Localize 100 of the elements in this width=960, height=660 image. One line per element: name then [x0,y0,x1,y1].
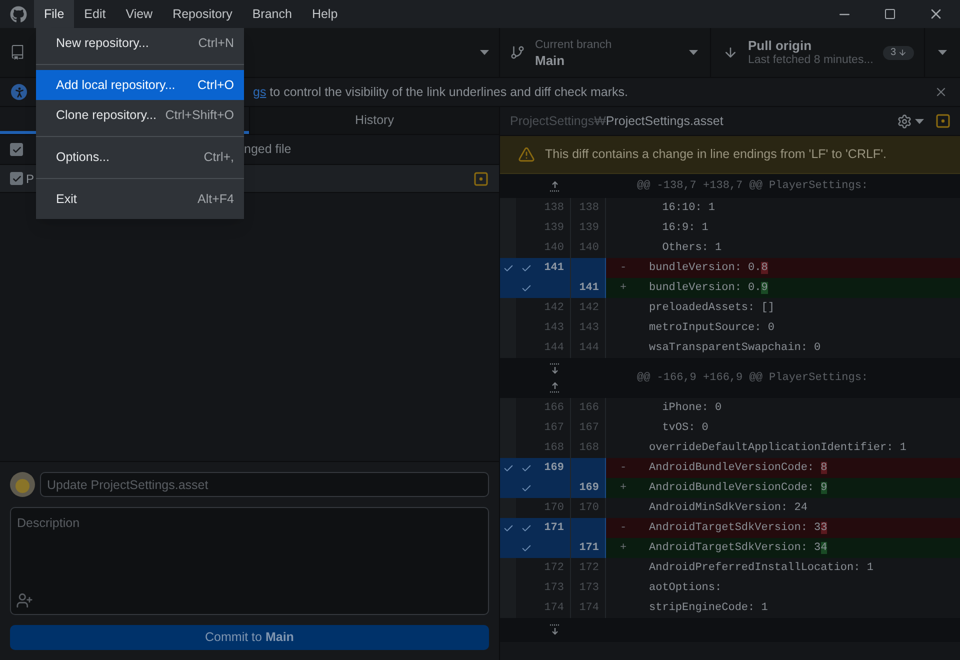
menu-item[interactable]: Edit [74,0,116,28]
menu-item[interactable]: Help [302,0,348,28]
caret-icon [480,50,489,55]
line-number-cell [571,518,606,538]
diff-sign: + [620,282,627,294]
code-text: AndroidBundleVersionCode: 9 [649,480,828,496]
warning-icon [518,146,535,163]
line-number-cell: 141 [571,278,606,298]
code-text: bundleVersion: 0.9 [649,280,768,296]
menu-item[interactable]: Branch [242,0,302,28]
line-number-cell: 141 [537,258,571,278]
menu-label: Options... [56,148,110,166]
line-number-cell: 171 [537,518,571,538]
menu-item[interactable]: View [116,0,163,28]
line-number-cell: 171 [571,538,606,558]
check-icon[interactable] [502,262,514,274]
code-text: overrideDefaultApplicationIdentifier: 1 [649,440,906,456]
menu-shortcut: Ctrl+O [198,76,234,94]
accessibility-icon [11,84,27,100]
warning-text: This diff contains a change in line endings from 'LF' to 'CRLF'. [545,146,886,164]
expand-down-icon[interactable] [549,624,561,636]
code-text: AndroidTargetSdkVersion: 33 [649,520,828,536]
modified-icon [474,172,488,186]
description-field[interactable]: Description [10,507,489,615]
code-text: 16:9: 1 [661,220,708,236]
code-text: AndroidBundleVersionCode: 8 [649,460,828,476]
settings-icon[interactable] [897,114,912,128]
code-text: preloadedAssets: [] [649,300,774,316]
caret-icon [915,118,924,124]
modified-icon [936,114,950,128]
line-number-cell [571,258,606,278]
code-text: metroInputSource: 0 [649,320,774,336]
caret-icon [938,50,947,55]
maximize-icon[interactable] [884,8,896,20]
check-icon[interactable] [521,482,532,494]
pull-title: Pull origin [748,38,813,52]
changes-count: nged file [244,141,292,158]
check-icon[interactable] [502,462,514,474]
checkbox[interactable] [10,172,23,185]
menu-item[interactable]: File [34,0,74,28]
code-text: bundleVersion: 0.8 [649,260,768,276]
expand-up-icon[interactable] [549,180,561,192]
diff-sign: + [620,482,627,494]
check-icon[interactable] [521,282,532,294]
check-icon[interactable] [521,262,532,274]
hunk-header: @@ -138,7 +138,7 @@ PlayerSettings: [636,178,868,194]
code-text: tvOS: 0 [661,420,708,436]
checkbox[interactable] [10,143,23,156]
hunk-gutter-cell[interactable] [500,438,516,458]
code-text: stripEngineCode: 1 [649,600,768,616]
code-text: Others: 1 [661,240,722,256]
hunk-gutter-cell[interactable] [500,238,516,258]
check-icon[interactable] [502,522,514,534]
code-text: wsaTransparentSwapchain: 0 [649,340,821,356]
diff-sign: - [620,522,627,534]
summary-field[interactable]: Update ProjectSettings.asset [40,472,489,497]
line-number-cell: 169 [537,458,571,478]
line-number-cell: 169 [571,478,606,498]
menu-entry[interactable]: New repository... Ctrl+N [36,28,244,58]
menu-label: New repository... [56,34,150,52]
check-icon[interactable] [521,542,532,554]
github-logo-icon [10,6,27,22]
add-coauthor-icon[interactable] [16,592,33,609]
menu-label: Exit [56,190,78,208]
check-icon[interactable] [521,522,532,534]
file-name: P [26,170,34,188]
code-text: iPhone: 0 [661,400,722,416]
hunk-gutter-cell[interactable] [500,558,516,578]
code-text: AndroidMinSdkVersion: 24 [649,500,808,516]
menu-shortcut: Ctrl+Shift+O [165,106,234,124]
expand-down-icon[interactable] [549,363,561,375]
code-text: AndroidTargetSdkVersion: 34 [649,540,828,556]
branch-label: Current branch [535,38,613,52]
close-icon[interactable] [934,85,948,99]
commit-button[interactable]: Commit to Main [10,625,489,650]
hunk-gutter-cell[interactable] [500,498,516,518]
branch-selector[interactable]: Current branch Main [500,28,711,77]
branch-name: Main [535,52,566,68]
branch-icon [510,45,525,60]
line-number-cell [571,458,606,478]
repo-icon [10,45,25,60]
menu-entry[interactable]: Add local repository... Ctrl+O [36,70,244,100]
code-text: 16:10: 1 [661,200,716,216]
code-text: AndroidPreferredInstallLocation: 1 [649,560,874,576]
check-icon[interactable] [521,462,532,474]
diff-sign: + [620,542,627,554]
menu-shortcut: Alt+F4 [198,190,234,208]
menu-shortcut: Ctrl+N [198,34,234,52]
file-path: ProjectSettings₩ProjectSettings.asset [510,112,724,130]
menu-entry[interactable]: Clone repository... Ctrl+Shift+O [36,100,244,130]
hunk-header: @@ -166,9 +166,9 @@ PlayerSettings: [636,370,868,386]
menu-shortcut: Ctrl+, [204,148,234,166]
expand-up-icon[interactable] [549,381,561,393]
pull-button[interactable]: Pull origin Last fetched 8 minutes... 3 [711,28,925,77]
menu-item[interactable]: Repository [162,0,242,28]
menu-label: Clone repository... [56,106,158,124]
arrow-down-icon [723,45,738,60]
caret-icon [689,50,698,55]
pull-subtitle: Last fetched 8 minutes... [748,53,874,68]
hunk-gutter-cell[interactable] [500,298,516,318]
